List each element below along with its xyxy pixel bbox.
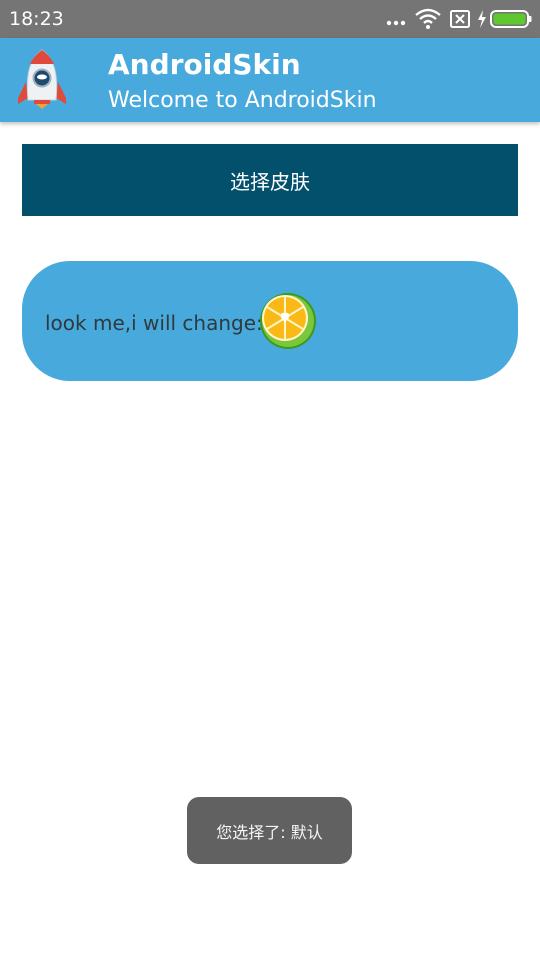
app-subtitle: Welcome to AndroidSkin (108, 88, 377, 113)
status-icons (385, 8, 532, 30)
rocket-icon (18, 49, 66, 109)
charging-bolt-icon (478, 10, 486, 28)
toast-message: 您选择了: 默认 (187, 797, 352, 864)
lemon-slice-icon (260, 293, 316, 349)
status-bar: 18:23 (0, 0, 540, 38)
no-sim-icon (450, 10, 470, 28)
toast-text: 您选择了: 默认 (216, 822, 323, 842)
wifi-icon (415, 8, 441, 29)
battery-icon (490, 10, 532, 28)
select-skin-button[interactable]: 选择皮肤 (22, 144, 518, 216)
change-card-label: look me,i will change: (45, 311, 263, 335)
select-skin-button-label: 选择皮肤 (230, 169, 310, 194)
status-time: 18:23 (9, 8, 64, 30)
app-title: AndroidSkin (108, 48, 301, 81)
change-card: look me,i will change: (22, 261, 518, 381)
more-dots-icon (386, 20, 406, 26)
app-bar: AndroidSkin Welcome to AndroidSkin (0, 38, 540, 122)
